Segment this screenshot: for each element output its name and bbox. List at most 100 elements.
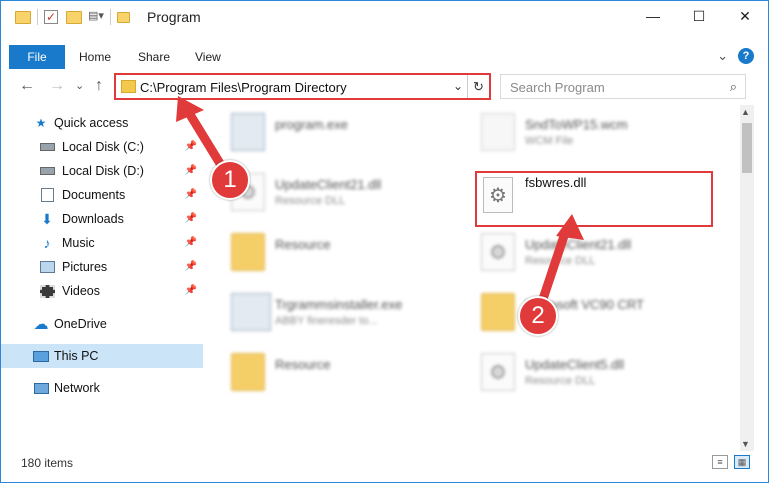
new-folder-icon[interactable] [66, 9, 82, 25]
download-icon: ⬇ [41, 210, 53, 227]
search-icon[interactable]: ⌕ [730, 79, 737, 95]
file-name: UpdateClient21.dll [525, 237, 632, 252]
tab-share[interactable]: Share [138, 45, 170, 69]
ribbon-right: ⌄ ? [717, 48, 754, 64]
forward-button[interactable]: → [49, 77, 65, 95]
sidebar-item-label: Quick access [54, 116, 129, 130]
maximize-button[interactable]: ☐ [676, 1, 722, 31]
close-button[interactable]: ✕ [722, 1, 768, 31]
pin-icon[interactable]: 📌 [185, 165, 197, 176]
pin-icon[interactable]: 📌 [185, 213, 197, 224]
sidebar-item-this-pc[interactable]: This PC [1, 344, 203, 368]
customize-toolbar-icon[interactable]: ▤▾ [88, 9, 104, 25]
explorer-window: ✓ ▤▾ Program — ☐ ✕ File Home Share View … [0, 0, 769, 483]
sidebar-item-quick-access[interactable]: ★ Quick access [1, 111, 203, 135]
document-icon [481, 113, 515, 151]
file-item[interactable]: program.exe [211, 105, 451, 157]
sidebar-item-videos[interactable]: Videos 📌 [1, 279, 203, 303]
music-icon: ♪ [43, 235, 51, 251]
navigation-bar: ← → ⌄ ↑ C:\Program Files\Program Directo… [1, 73, 768, 101]
dll-file-icon: ⚙ [481, 233, 515, 271]
up-button[interactable]: ↑ [95, 77, 103, 95]
tab-view[interactable]: View [195, 45, 221, 69]
file-name: UpdateClient21.dll [275, 177, 382, 192]
pin-icon[interactable]: 📌 [185, 237, 197, 248]
file-item[interactable]: Resource [211, 345, 451, 397]
file-item[interactable]: ⚙ UpdateClient21.dll Resource DLL [461, 225, 701, 277]
address-bar[interactable]: C:\Program Files\Program Directory ⌄ ↻ [114, 73, 491, 100]
file-item[interactable]: Trgrammsinstaller.exe ABBY fineresder to… [211, 285, 451, 337]
status-bar: 180 items ≡ ▦ [1, 451, 768, 475]
scroll-up-icon[interactable]: ▲ [741, 107, 750, 117]
toolbar-separator [37, 9, 38, 25]
sidebar-item-local-disk-d[interactable]: Local Disk (D:) 📌 [1, 159, 203, 183]
sidebar-item-onedrive[interactable]: ☁ OneDrive [1, 312, 203, 336]
scroll-down-icon[interactable]: ▼ [741, 439, 750, 449]
file-name: Resource [275, 237, 331, 252]
view-buttons: ≡ ▦ [712, 455, 750, 469]
drive-icon [39, 164, 55, 178]
folder-icon [121, 80, 136, 93]
search-input[interactable]: Search Program ⌕ [500, 74, 746, 99]
pin-icon[interactable]: 📌 [185, 285, 197, 296]
back-button[interactable]: ← [19, 77, 35, 95]
small-folder-icon [117, 9, 133, 25]
sidebar-item-music[interactable]: ♪ Music 📌 [1, 231, 203, 255]
cloud-icon: ☁ [33, 316, 49, 333]
pin-icon[interactable]: 📌 [185, 261, 197, 272]
address-dropdown-icon[interactable]: ⌄ [453, 79, 463, 93]
file-name: Trgrammsinstaller.exe [275, 297, 403, 312]
file-item[interactable]: SndToWP15.wcm WCM File [461, 105, 701, 157]
details-view-icon[interactable]: ≡ [712, 455, 728, 469]
file-type: Resource DLL [525, 375, 596, 387]
recent-locations-button[interactable]: ⌄ [75, 79, 84, 92]
folder-icon [15, 9, 31, 25]
minimize-button[interactable]: — [630, 1, 676, 31]
sidebar-item-label: Local Disk (C:) [62, 140, 144, 154]
file-type: Resource DLL [525, 255, 596, 267]
sidebar-item-label: Music [62, 236, 95, 250]
sidebar-item-pictures[interactable]: Pictures 📌 [1, 255, 203, 279]
pin-icon[interactable]: 📌 [185, 141, 197, 152]
window-title: Program [147, 9, 201, 25]
navigation-pane: ★ Quick access Local Disk (C:) 📌 Local D… [1, 109, 203, 449]
file-name: program.exe [275, 117, 348, 132]
help-icon[interactable]: ? [738, 48, 754, 64]
sidebar-item-network[interactable]: Network [1, 376, 203, 400]
file-item[interactable]: ⚙ UpdateClient5.dll Resource DLL [461, 345, 701, 397]
exe-file-icon [231, 113, 265, 151]
sidebar-item-label: Downloads [62, 212, 124, 226]
sidebar-item-local-disk-c[interactable]: Local Disk (C:) 📌 [1, 135, 203, 159]
file-name: Resource [275, 357, 331, 372]
pin-icon[interactable]: 📌 [185, 189, 197, 200]
dll-file-icon: ⚙ [481, 353, 515, 391]
sidebar-item-label: Network [54, 381, 100, 395]
sidebar-item-label: This PC [54, 349, 99, 363]
file-item[interactable]: Resource [211, 225, 451, 277]
drive-icon [39, 140, 55, 154]
tab-file[interactable]: File [9, 45, 65, 69]
file-type: WCM File [525, 135, 574, 147]
folder-icon [231, 353, 265, 391]
sidebar-item-label: Videos [62, 284, 100, 298]
network-icon [33, 381, 49, 395]
refresh-button[interactable]: ↻ [467, 75, 489, 98]
file-list: program.exe SndToWP15.wcm WCM File ⚙ Upd… [211, 105, 739, 449]
expand-ribbon-icon[interactable]: ⌄ [717, 48, 728, 64]
tiles-view-icon[interactable]: ▦ [734, 455, 750, 469]
file-item[interactable]: Microsoft VC90 CRT [461, 285, 701, 337]
address-path[interactable]: C:\Program Files\Program Directory [140, 80, 347, 95]
vertical-scrollbar[interactable]: ▲ ▼ [740, 105, 754, 451]
file-name: UpdateClient5.dll [525, 357, 625, 372]
file-type: Resource DLL [275, 195, 346, 207]
scroll-thumb[interactable] [742, 123, 752, 173]
sidebar-item-documents[interactable]: Documents 📌 [1, 183, 203, 207]
properties-icon[interactable]: ✓ [44, 9, 60, 25]
pictures-icon [39, 260, 55, 274]
sidebar-item-downloads[interactable]: ⬇ Downloads 📌 [1, 207, 203, 231]
search-placeholder: Search Program [510, 80, 605, 95]
file-type: ABBY fineresder to... [275, 315, 378, 327]
folder-icon [231, 233, 265, 271]
videos-icon [39, 284, 55, 298]
tab-home[interactable]: Home [79, 45, 111, 69]
